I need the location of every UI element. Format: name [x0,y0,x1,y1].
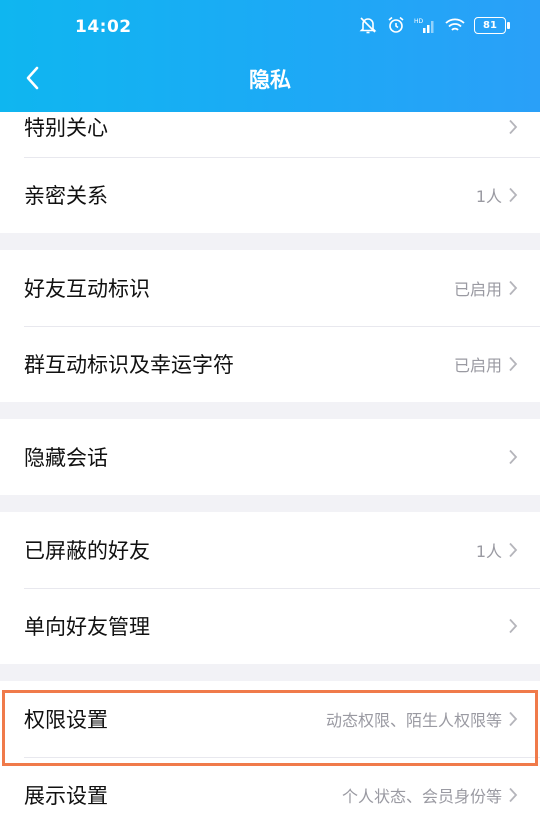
settings-group-3: 隐藏会话 [0,419,540,495]
row-value: 1人 [475,187,502,206]
row-label: 已屏蔽的好友 [24,539,150,563]
settings-group-5: 权限设置 动态权限、陌生人权限等 展示设置 个人状态、会员身份等 [0,681,540,833]
row-hidden-sessions[interactable]: 隐藏会话 [0,419,540,495]
row-label: 特别关心 [24,115,108,140]
row-value: 个人状态、会员身份等 [341,787,502,806]
group-divider [0,402,540,419]
settings-list: 特别关心 亲密关系 1人 好友互动标识 已启用 群互动标识及幸运字符 已启用 隐… [0,112,540,833]
row-special-care[interactable]: 特别关心 [0,112,540,157]
page-title: 隐私 [249,68,291,92]
chevron-right-icon [509,449,518,465]
group-divider [0,233,540,250]
row-label: 权限设置 [24,708,108,732]
row-one-way-friends[interactable]: 单向好友管理 [0,588,540,664]
chevron-right-icon [509,187,518,203]
row-blocked-friends[interactable]: 已屏蔽的好友 1人 [0,512,540,588]
chevron-right-icon [509,119,518,134]
chevron-right-icon [509,356,518,372]
mute-bell-icon [359,17,377,34]
chevron-right-icon [509,711,518,727]
row-group-interaction-marks[interactable]: 群互动标识及幸运字符 已启用 [0,326,540,402]
status-time: 14:02 [75,17,132,37]
signal-icon: HD [414,18,434,33]
group-divider [0,495,540,512]
row-label: 单向好友管理 [24,615,150,639]
row-label: 隐藏会话 [24,446,108,470]
row-label: 展示设置 [24,784,108,808]
row-permission-settings[interactable]: 权限设置 动态权限、陌生人权限等 [0,681,540,757]
chevron-right-icon [509,542,518,558]
chevron-right-icon [509,618,518,634]
row-display-settings[interactable]: 展示设置 个人状态、会员身份等 [0,757,540,833]
settings-group-2: 好友互动标识 已启用 群互动标识及幸运字符 已启用 [0,250,540,402]
row-label: 好友互动标识 [24,277,150,301]
alarm-clock-icon [388,16,404,33]
top-bar: 14:02 HD 81 隐私 [0,0,540,112]
settings-group-1: 特别关心 亲密关系 1人 [0,112,540,233]
row-value: 已启用 [453,280,502,299]
settings-group-4: 已屏蔽的好友 1人 单向好友管理 [0,512,540,664]
row-value: 已启用 [453,356,502,375]
chevron-right-icon [509,280,518,296]
row-intimate-relationship[interactable]: 亲密关系 1人 [0,157,540,233]
row-label: 亲密关系 [24,184,108,208]
row-friend-interaction-marks[interactable]: 好友互动标识 已启用 [0,250,540,326]
chevron-right-icon [509,787,518,803]
battery-icon: 81 [474,16,510,34]
row-label: 群互动标识及幸运字符 [24,353,234,377]
row-value: 动态权限、陌生人权限等 [325,711,502,730]
wifi-icon [445,18,465,31]
status-icons: HD 81 [358,15,510,35]
row-value: 1人 [475,542,502,561]
svg-text:HD: HD [414,18,424,25]
group-divider [0,664,540,681]
